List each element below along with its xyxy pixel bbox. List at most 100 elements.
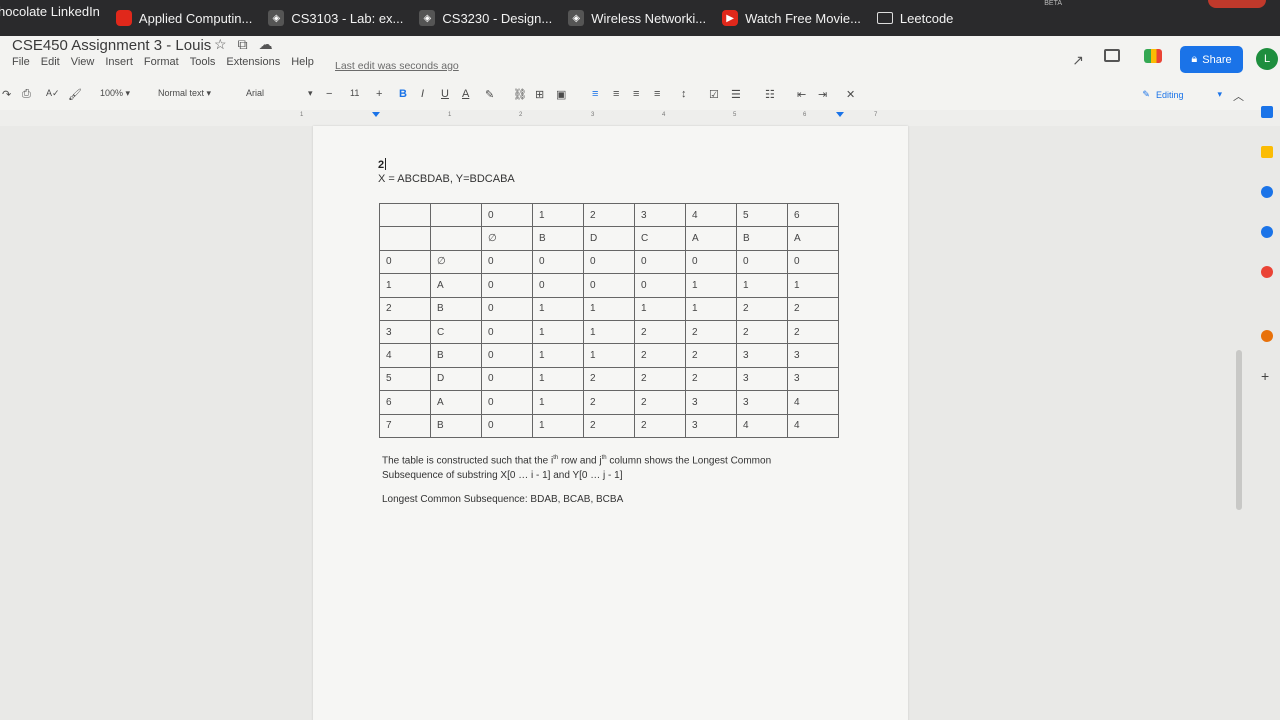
table-cell: 0 <box>532 249 584 275</box>
font-size-field[interactable]: 11 <box>350 88 359 98</box>
bookmark-movies[interactable]: ▶ Watch Free Movie... <box>722 10 861 26</box>
zoom-select[interactable]: 100% ▾ <box>100 88 130 99</box>
bookmark-icon: ◈ <box>419 10 436 26</box>
decrease-indent-icon[interactable]: ⇤ <box>797 88 806 101</box>
share-button[interactable]: 🔒︎ Share <box>1180 46 1243 73</box>
activity-icon[interactable]: ↗ <box>1072 52 1084 69</box>
text-color-button[interactable]: A <box>462 88 469 100</box>
table-row: 7B0122344 <box>379 413 839 438</box>
add-addon-icon[interactable]: + <box>1261 368 1269 384</box>
menu-view[interactable]: View <box>71 56 95 68</box>
table-cell: 0 <box>481 390 533 415</box>
bookmark-label: Wireless Networki... <box>591 10 707 26</box>
table-cell: 3 <box>379 319 431 345</box>
chevron-down-icon[interactable]: ▾ <box>308 88 313 99</box>
undo-icon[interactable]: ↷ <box>2 88 11 101</box>
menu-help[interactable]: Help <box>291 56 314 68</box>
cloud-icon[interactable]: ☁ <box>259 36 273 53</box>
font-size-decrease-button[interactable]: − <box>326 88 332 100</box>
table-cell: 2 <box>634 319 686 345</box>
scrollbar[interactable] <box>1236 350 1242 510</box>
table-row: 1A0000111 <box>379 273 839 298</box>
comment-icon[interactable] <box>1104 49 1120 62</box>
align-center-icon[interactable]: ≡ <box>613 88 619 100</box>
menu-file[interactable]: File <box>12 56 30 68</box>
bookmark-wireless[interactable]: ◈ Wireless Networki... <box>568 10 706 26</box>
explanation-text: The table is constructed such that the i <box>382 455 554 467</box>
editing-mode-label: Editing <box>1155 89 1184 100</box>
print-icon[interactable]: ⎙ <box>22 88 31 101</box>
underline-button[interactable]: U <box>441 88 449 100</box>
insert-image-icon[interactable]: ▣ <box>556 88 566 101</box>
menu-extensions[interactable]: Extensions <box>226 56 280 68</box>
justify-icon[interactable]: ≡ <box>654 88 660 100</box>
menu-format[interactable]: Format <box>144 56 179 68</box>
paint-format-icon[interactable]: 🖌︎ <box>68 88 82 101</box>
bookmark-applied-computing[interactable]: Applied Computin... <box>115 10 252 26</box>
left-indent-marker[interactable] <box>372 112 380 117</box>
header-actions: ↗ 🔒︎ Share L <box>1040 46 1280 76</box>
style-select[interactable]: Normal text ▾ <box>158 88 211 99</box>
addon-icon[interactable] <box>1261 330 1273 342</box>
bookmark-linkedin[interactable]: hocolate LinkedIn <box>0 4 100 19</box>
line-spacing-icon[interactable]: ↕ <box>681 88 687 100</box>
clear-format-icon[interactable]: ✕ <box>846 88 855 101</box>
calendar-icon[interactable] <box>1261 106 1273 118</box>
menu-edit[interactable]: Edit <box>41 56 60 68</box>
table-cell: 0 <box>634 273 686 298</box>
chevron-up-icon[interactable]: ︿ <box>1233 88 1244 104</box>
table-cell: 2 <box>736 296 788 321</box>
update-button[interactable] <box>1208 0 1266 8</box>
font-size-increase-button[interactable]: + <box>376 88 382 100</box>
meet-icon[interactable] <box>1144 49 1162 63</box>
table-cell <box>430 226 482 251</box>
editing-mode-select[interactable]: ✎ Editing ▾ <box>1142 89 1222 100</box>
bookmark-label: Watch Free Movie... <box>745 10 861 26</box>
menu-bar: File Edit View Insert Format Tools Exten… <box>12 56 314 68</box>
add-comment-icon[interactable]: ⊞ <box>535 88 544 101</box>
table-cell: 1 <box>634 296 686 321</box>
bullet-list-icon[interactable]: ☰ <box>731 88 741 101</box>
move-folder-icon[interactable]: ⧉ <box>238 36 248 53</box>
numbered-list-icon[interactable]: ☷ <box>765 88 775 101</box>
table-cell: 3 <box>736 390 788 415</box>
table-cell: 0 <box>379 249 431 275</box>
menu-insert[interactable]: Insert <box>105 56 133 68</box>
table-cell: 4 <box>736 413 788 438</box>
table-cell <box>379 226 431 251</box>
bookmark-cs3230[interactable]: ◈ CS3230 - Design... <box>419 10 552 26</box>
table-row: 4B0112233 <box>379 343 839 368</box>
contacts-icon[interactable] <box>1261 226 1273 238</box>
bold-button[interactable]: B <box>399 88 407 100</box>
highlight-icon[interactable]: ✎ <box>485 88 494 101</box>
bookmark-label: CS3230 - Design... <box>442 10 553 26</box>
star-icon[interactable]: ☆ <box>214 36 227 53</box>
chevron-down-icon: ▾ <box>1217 89 1222 99</box>
spellcheck-icon[interactable]: A✓ <box>46 88 60 99</box>
table-row: 3C0112222 <box>379 319 839 345</box>
avatar[interactable]: L <box>1256 48 1278 70</box>
maps-icon[interactable] <box>1261 266 1273 278</box>
align-left-icon[interactable]: ≡ <box>592 88 598 100</box>
menu-tools[interactable]: Tools <box>190 56 216 68</box>
bookmark-leetcode[interactable]: Leetcode <box>876 11 953 26</box>
increase-indent-icon[interactable]: ⇥ <box>818 88 827 101</box>
table-row: 0 ∅ 0 0 0 0 0 0 0 <box>379 249 839 275</box>
title-icons: ☆ ⧉ ☁ <box>214 36 273 53</box>
table-cell: 2 <box>634 366 686 392</box>
document-page[interactable]: 2 X = ABCBDAB, Y=BDCABA 0 1 2 3 4 5 6 ∅ B D C A B A 0 ∅… <box>313 126 908 720</box>
right-indent-marker[interactable] <box>836 112 844 117</box>
bookmark-cs3103[interactable]: ◈ CS3103 - Lab: ex... <box>268 10 403 26</box>
document-title[interactable]: CSE450 Assignment 3 - Louis <box>12 37 211 54</box>
tasks-icon[interactable] <box>1261 186 1273 198</box>
checklist-icon[interactable]: ☑ <box>709 88 719 101</box>
folder-icon <box>876 12 893 24</box>
ruler-number: 1 <box>300 112 304 118</box>
italic-button[interactable]: I <box>421 88 424 100</box>
table-cell <box>379 202 431 228</box>
align-right-icon[interactable]: ≡ <box>633 88 639 100</box>
last-edit-link[interactable]: Last edit was seconds ago <box>335 60 459 72</box>
link-icon[interactable]: ⛓︎ <box>513 88 527 101</box>
keep-icon[interactable] <box>1261 146 1273 158</box>
font-select[interactable]: Arial <box>246 88 264 98</box>
